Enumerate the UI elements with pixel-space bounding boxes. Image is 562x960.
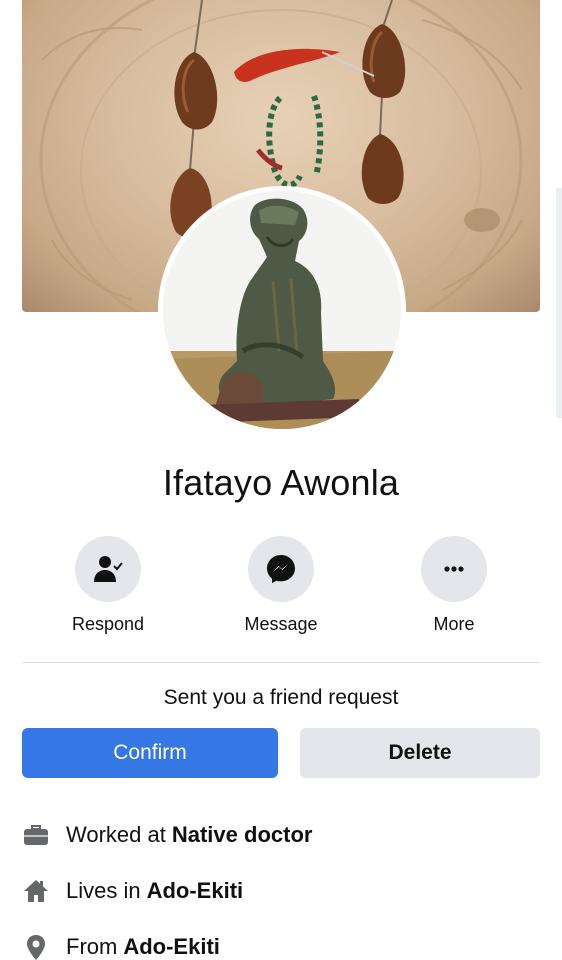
more-label: More [433, 614, 475, 634]
profile-page: Ifatayo Awonla Respond Message More Sent… [0, 0, 562, 960]
work-prefix: Worked at [66, 822, 166, 847]
divider [22, 662, 540, 663]
message-button[interactable]: Message [211, 536, 351, 635]
person-check-icon [94, 556, 123, 582]
more-icon-circle [421, 536, 487, 602]
about-work-row: Worked at Native doctor [22, 815, 312, 855]
location-pin-icon [22, 933, 50, 960]
respond-label: Respond [71, 614, 145, 634]
work-value[interactable]: Native doctor [172, 822, 313, 848]
profile-name: Ifatayo Awonla [162, 462, 400, 503]
message-label: Message [244, 614, 318, 634]
friend-request-text: Sent you a friend request [163, 686, 399, 709]
home-icon [22, 877, 50, 905]
profile-avatar[interactable] [158, 186, 406, 434]
about-lives-row: Lives in Ado-Ekiti [22, 871, 243, 911]
messenger-icon [267, 555, 295, 583]
avatar-image [163, 191, 401, 429]
lives-prefix: Lives in [66, 878, 141, 903]
about-from-row: From Ado-Ekiti [22, 927, 220, 960]
respond-icon-circle [75, 536, 141, 602]
scrollbar[interactable] [556, 188, 562, 418]
briefcase-icon [22, 821, 50, 849]
more-dots-icon [444, 566, 464, 572]
profile-actions: Respond Message More [0, 536, 562, 646]
respond-button[interactable]: Respond [38, 536, 178, 635]
lives-value[interactable]: Ado-Ekiti [147, 878, 244, 904]
confirm-button[interactable]: Confirm [22, 728, 278, 778]
more-button[interactable]: More [384, 536, 524, 635]
from-prefix: From [66, 934, 118, 959]
from-value[interactable]: Ado-Ekiti [123, 934, 220, 960]
delete-button[interactable]: Delete [300, 728, 540, 778]
message-icon-circle [248, 536, 314, 602]
